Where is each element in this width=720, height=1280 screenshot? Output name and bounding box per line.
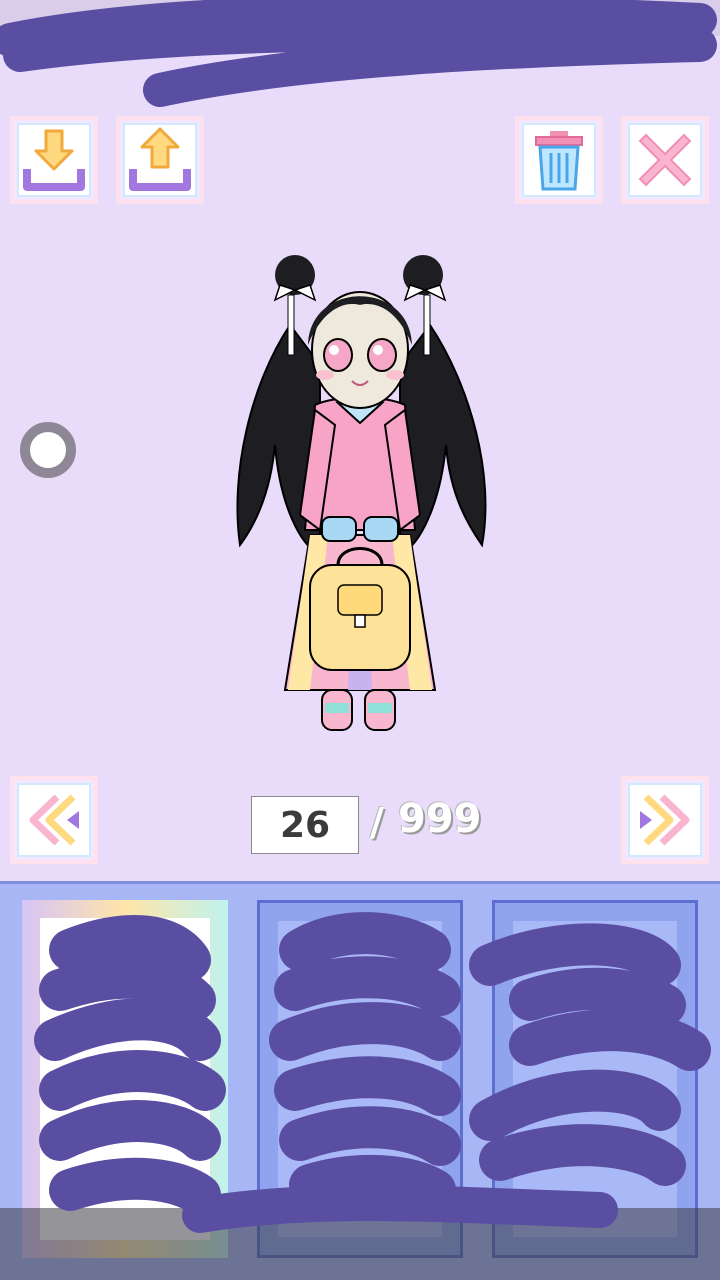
status-bar	[0, 0, 720, 36]
close-button[interactable]	[625, 120, 705, 200]
close-x-icon	[638, 133, 692, 187]
save-slot-2-preview	[278, 921, 442, 1237]
navigation-bar	[0, 1208, 720, 1280]
double-chevron-left-icon	[29, 794, 79, 846]
previous-page-button[interactable]	[14, 780, 94, 860]
double-chevron-right-icon	[640, 794, 690, 846]
save-slot-1[interactable]	[22, 900, 228, 1258]
character-avatar	[236, 255, 487, 731]
load-upload-button[interactable]	[120, 120, 200, 200]
page-number-field[interactable]: 26	[251, 796, 359, 854]
page-separator: /	[370, 800, 384, 844]
save-slot-2[interactable]	[257, 900, 463, 1258]
page-total: 999	[398, 796, 482, 842]
page-current: 26	[279, 804, 331, 846]
save-slot-3[interactable]	[492, 900, 698, 1258]
trash-icon	[535, 131, 583, 191]
save-download-button[interactable]	[14, 120, 94, 200]
delete-button[interactable]	[519, 120, 599, 200]
save-slot-3-preview	[513, 921, 677, 1237]
save-slot-1-preview	[40, 918, 210, 1240]
download-tray-icon	[23, 129, 85, 191]
next-page-button[interactable]	[625, 780, 705, 860]
upload-tray-icon	[129, 127, 191, 191]
toggle-radio[interactable]	[20, 422, 76, 478]
